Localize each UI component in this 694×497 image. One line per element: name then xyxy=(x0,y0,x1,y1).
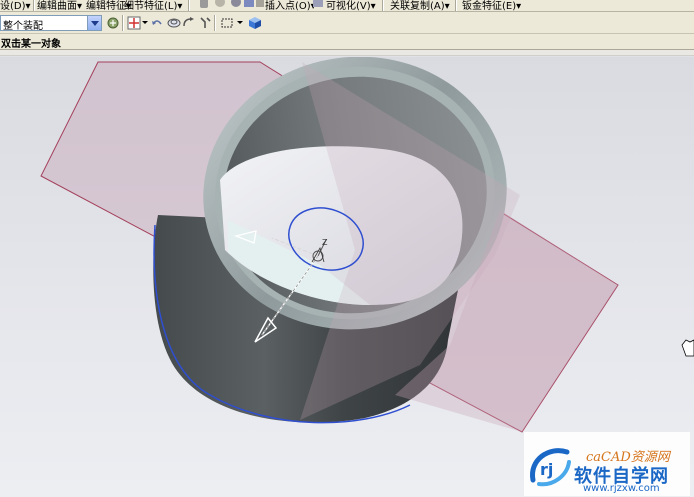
triad-axis-label: Z xyxy=(322,238,328,247)
menu-toolbar: 设(D)▾ 编辑曲面▾ 编辑特征▾ 细节特征(L)▾ 插入点(O)▾ 可视化(V… xyxy=(0,0,694,12)
menu-item-design[interactable]: 设(D)▾ xyxy=(0,0,31,11)
watermark-logo-text: rj xyxy=(540,460,553,479)
toolbar-separator xyxy=(122,15,124,31)
menu-item-sheetmetal-feature[interactable]: 钣金特征(E)▾ xyxy=(462,0,521,11)
toolbar-separator xyxy=(188,0,190,11)
menu-item-insert-point[interactable]: 插入点(O)▾ xyxy=(265,0,316,11)
menu-item-visualize[interactable]: 可视化(V)▾ xyxy=(326,0,376,11)
toolbar-icon-f[interactable] xyxy=(313,0,323,7)
toolbar-separator xyxy=(382,0,384,11)
toolbar-icon-e[interactable] xyxy=(256,0,264,7)
toolbar-icon-b[interactable] xyxy=(215,0,225,7)
prompt-text: 双击某一对象 xyxy=(1,39,61,50)
toolbar-icon-a[interactable] xyxy=(200,0,208,8)
menu-item-detail-feature[interactable]: 细节特征(L)▾ xyxy=(124,0,182,11)
chevron-down-icon[interactable] xyxy=(142,21,148,24)
shaded-cube-icon[interactable] xyxy=(248,16,262,30)
rotate-icon[interactable] xyxy=(182,16,196,30)
pan-hook-icon[interactable] xyxy=(198,16,212,30)
prompt-bar: 双击某一对象 xyxy=(0,34,694,50)
watermark-logo-icon: rj xyxy=(530,448,571,487)
toolbar-icon-d[interactable] xyxy=(244,0,254,7)
menu-item-associative-copy[interactable]: 关联复制(A)▾ xyxy=(390,0,450,11)
snap-point-icon[interactable] xyxy=(127,16,141,30)
view-cylinder-icon[interactable] xyxy=(167,16,181,30)
model-canvas[interactable]: Z xyxy=(0,57,694,497)
watermark-url: www.rjzxw.com xyxy=(583,483,660,494)
menu-item-edit-surface[interactable]: 编辑曲面▾ xyxy=(37,0,82,11)
undo-icon[interactable] xyxy=(150,16,164,30)
box-select-icon[interactable] xyxy=(220,16,234,30)
graphics-viewport[interactable]: Z xyxy=(0,57,694,497)
selection-filter-value: 整个装配 xyxy=(3,21,43,32)
selection-toolbar: 整个装配 xyxy=(0,12,694,34)
toolbar-separator xyxy=(455,0,457,11)
toolbar-separator xyxy=(214,15,216,31)
selection-filter-dropdown[interactable]: 整个装配 xyxy=(0,15,102,32)
viewport-top-border xyxy=(0,50,694,56)
toolbar-separator xyxy=(33,0,35,11)
chevron-down-icon[interactable] xyxy=(237,21,243,24)
chevron-down-icon[interactable] xyxy=(87,16,101,30)
toolbar-icon-c[interactable] xyxy=(231,0,241,7)
hand-cursor-icon xyxy=(681,339,694,357)
filter-settings-icon[interactable] xyxy=(106,16,120,30)
